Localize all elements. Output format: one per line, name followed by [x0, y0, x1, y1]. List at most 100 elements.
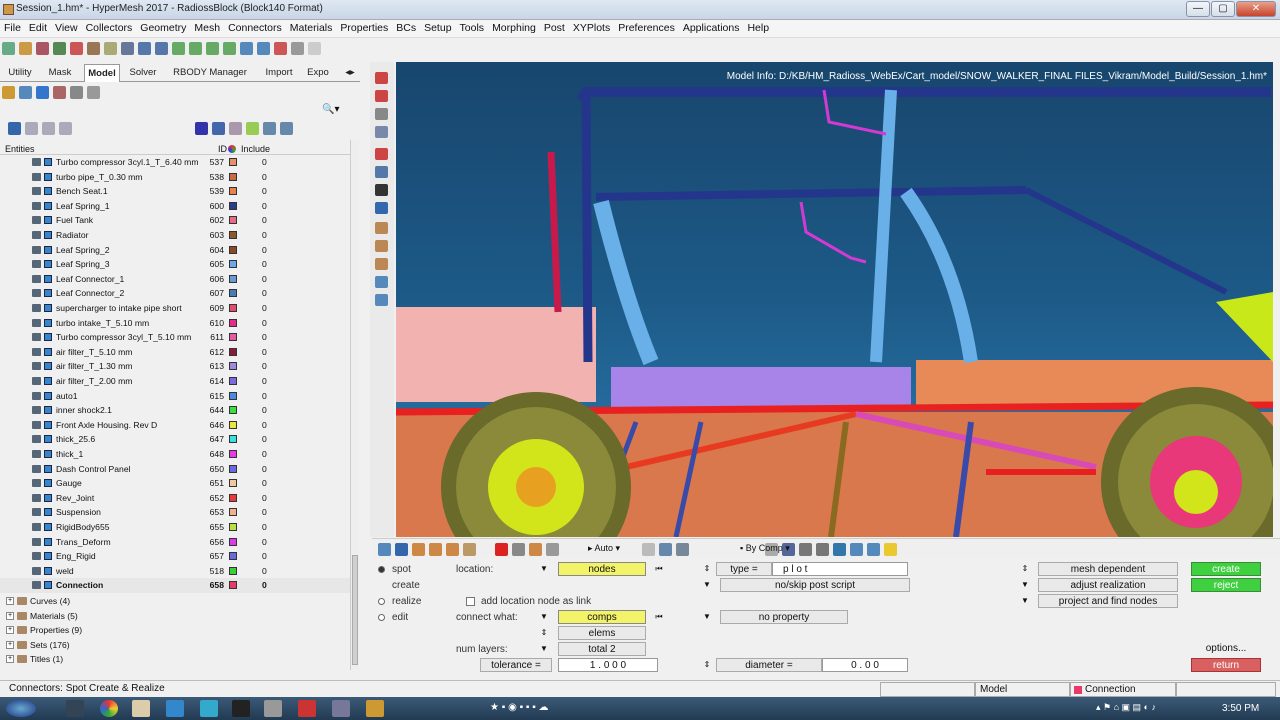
- menu-setup[interactable]: Setup: [420, 20, 455, 36]
- component-color-swatch[interactable]: [229, 172, 237, 181]
- parts3-icon[interactable]: [446, 543, 459, 556]
- hypermesh-icon[interactable]: [264, 700, 282, 717]
- rotate-right-icon[interactable]: [155, 42, 168, 55]
- open-icon[interactable]: [19, 42, 32, 55]
- tab-rbody-manager[interactable]: RBODY Manager: [168, 64, 252, 82]
- component-color-swatch[interactable]: [229, 450, 237, 458]
- label-icon[interactable]: [375, 222, 388, 234]
- tolerance-input[interactable]: 1 . 0 0 0: [558, 658, 658, 672]
- bycomp-selector[interactable]: ▪ By Comp ▾: [740, 543, 800, 555]
- shade-tool-icon[interactable]: [675, 543, 689, 556]
- view-icon[interactable]: [375, 294, 388, 306]
- selection2-icon[interactable]: [658, 543, 672, 556]
- connect-comps-button[interactable]: comps: [558, 610, 646, 624]
- app-icon[interactable]: [332, 700, 350, 717]
- component-row[interactable]: Bench Seat.1 539 0: [0, 184, 350, 199]
- component-color-swatch[interactable]: [229, 304, 237, 312]
- numbers-icon[interactable]: [375, 202, 388, 214]
- layers-dropdown[interactable]: ▼: [537, 642, 551, 656]
- delete-icon[interactable]: [494, 543, 508, 556]
- grid-icon[interactable]: [850, 543, 864, 556]
- component-row[interactable]: inner shock2.1 644 0: [0, 403, 350, 418]
- component-color-swatch[interactable]: [229, 523, 237, 531]
- component-view-icon[interactable]: [2, 86, 15, 99]
- find-tool-icon[interactable]: [528, 543, 542, 556]
- type-input[interactable]: p l o t: [772, 562, 908, 576]
- clip-icon[interactable]: [375, 166, 388, 178]
- tab-import[interactable]: Import: [260, 64, 298, 82]
- adjust-dropdown[interactable]: ▼: [1018, 578, 1032, 592]
- component-color-swatch[interactable]: [229, 552, 237, 561]
- menu-morphing[interactable]: Morphing: [488, 20, 540, 36]
- component-row[interactable]: auto1 615 0: [0, 389, 350, 404]
- component-row[interactable]: Turbo compressor 3cyl.1_T_6.40 mm 537 0: [0, 155, 350, 170]
- reject-button[interactable]: reject: [1191, 578, 1261, 592]
- add-location-checkbox[interactable]: [466, 597, 475, 606]
- explorer-icon[interactable]: [132, 700, 150, 717]
- component-color-swatch[interactable]: [229, 566, 237, 575]
- maximize-button[interactable]: ▢: [1211, 1, 1235, 17]
- diameter-switch[interactable]: ⇕: [700, 658, 714, 672]
- component-color-swatch[interactable]: [229, 537, 237, 546]
- display-icon[interactable]: [211, 122, 225, 135]
- component-row[interactable]: Leaf Spring_2 604 0: [0, 243, 350, 258]
- view-side-icon[interactable]: [274, 42, 287, 55]
- browser-scrollbar[interactable]: [350, 140, 359, 670]
- view-top-icon[interactable]: [240, 42, 253, 55]
- tray-icons[interactable]: ★ ▪ ◉ ▪ ▪ ▪ ☁: [490, 702, 549, 713]
- tab-model[interactable]: Model: [84, 64, 120, 82]
- component-color-swatch[interactable]: [229, 347, 237, 356]
- settings-view-icon[interactable]: [87, 86, 100, 99]
- mask-tool-icon[interactable]: [463, 543, 476, 556]
- component-color-swatch[interactable]: [229, 406, 237, 415]
- menu-help[interactable]: Help: [743, 20, 773, 36]
- tree-item-titles[interactable]: + Titles (1): [0, 652, 200, 667]
- terminal-icon[interactable]: [232, 700, 250, 717]
- menu-preferences[interactable]: Preferences: [614, 20, 679, 36]
- menu-properties[interactable]: Properties: [336, 20, 392, 36]
- menu-collectors[interactable]: Collectors: [82, 20, 137, 36]
- component-row[interactable]: Front Axle Housing. Rev D 646 0: [0, 418, 350, 433]
- component-row[interactable]: supercharger to intake pipe short 609 0: [0, 301, 350, 316]
- visual-icon[interactable]: [375, 148, 388, 160]
- component-row[interactable]: weld 518 0: [0, 564, 350, 579]
- parts-icon[interactable]: [412, 543, 425, 556]
- find-icon[interactable]: [375, 108, 388, 120]
- menu-view[interactable]: View: [51, 20, 82, 36]
- property-button[interactable]: no property: [720, 610, 848, 624]
- component-color-swatch[interactable]: [229, 464, 237, 473]
- tree-item-curves[interactable]: + Curves (4): [0, 594, 200, 609]
- menu-xyplots[interactable]: XYPlots: [569, 20, 614, 36]
- camera-icon[interactable]: [375, 184, 388, 196]
- component-row[interactable]: Leaf Connector_2 607 0: [0, 286, 350, 301]
- system-tray[interactable]: ▴ ⚑ ⌂ ▣ ▤ ◐ ♪: [1096, 702, 1156, 713]
- realize-radio[interactable]: [378, 598, 385, 605]
- component-color-swatch[interactable]: [229, 245, 237, 254]
- unmask-icon[interactable]: [375, 90, 388, 102]
- gear-icon[interactable]: [511, 543, 525, 556]
- import-icon[interactable]: [53, 42, 66, 55]
- export-icon[interactable]: [70, 42, 83, 55]
- star-icon[interactable]: [884, 543, 898, 556]
- component-row[interactable]: Trans_Deform 656 0: [0, 535, 350, 550]
- project-nodes-button[interactable]: project and find nodes: [1038, 594, 1178, 608]
- menu-tools[interactable]: Tools: [456, 20, 489, 36]
- menu-mesh[interactable]: Mesh: [190, 20, 224, 36]
- menu-post[interactable]: Post: [540, 20, 569, 36]
- component-color-swatch[interactable]: [229, 318, 237, 327]
- line-icon[interactable]: [799, 543, 813, 556]
- entity-view-icon[interactable]: [36, 86, 49, 99]
- tab-export[interactable]: Expo: [304, 64, 332, 82]
- axis-y-icon[interactable]: [189, 42, 202, 55]
- menu-applications[interactable]: Applications: [679, 20, 744, 36]
- shade-icon[interactable]: [375, 126, 388, 138]
- component-color-swatch[interactable]: [229, 493, 237, 502]
- mesh-dependent-button[interactable]: mesh dependent: [1038, 562, 1178, 576]
- tab-solver[interactable]: Solver: [126, 64, 160, 82]
- show-icon[interactable]: [25, 122, 38, 135]
- scrollbar-thumb[interactable]: [352, 555, 358, 665]
- tool-icon[interactable]: [545, 543, 559, 556]
- filter-view-icon[interactable]: [70, 86, 83, 99]
- abc2-icon[interactable]: [375, 258, 388, 270]
- type-switch[interactable]: ⇕: [700, 562, 714, 576]
